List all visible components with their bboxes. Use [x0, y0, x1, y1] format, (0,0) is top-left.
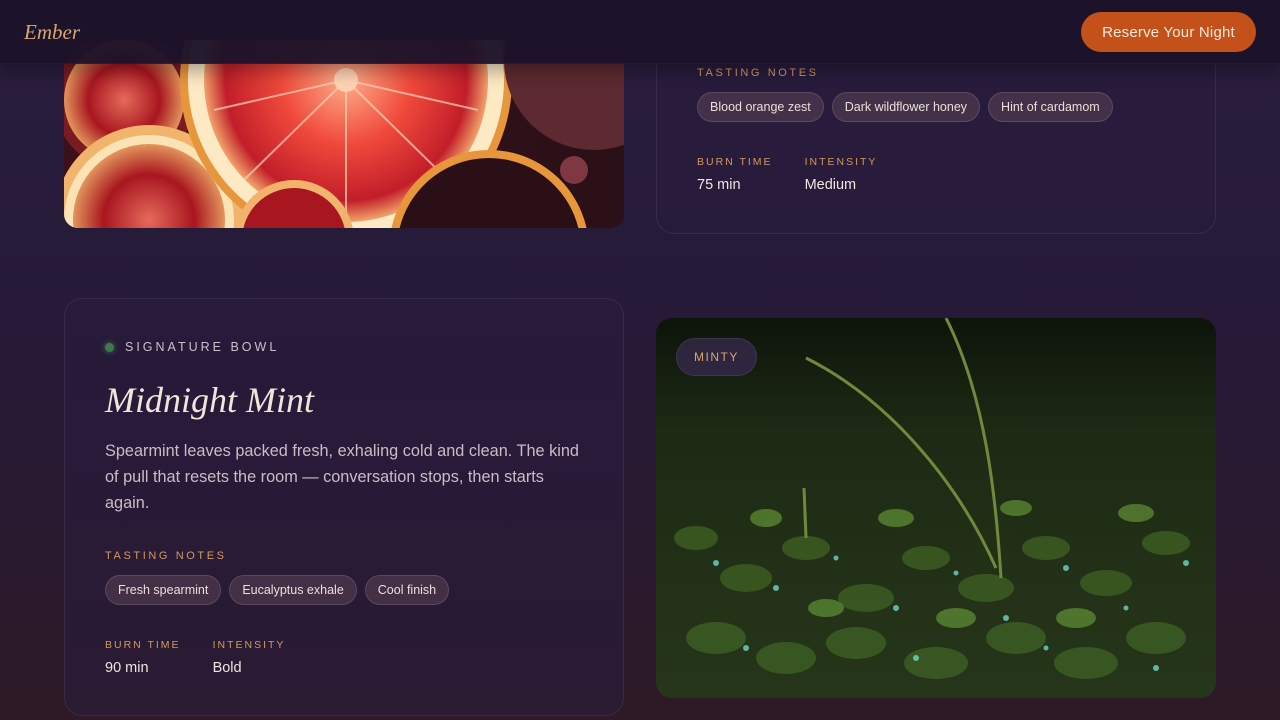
note-chip[interactable]: Dark wildflower honey [831, 92, 981, 122]
note-chip[interactable]: Fresh spearmint [105, 575, 222, 605]
burn-time-label: BURN TIME [697, 156, 773, 168]
blood-orange-image [64, 40, 624, 228]
reserve-button[interactable]: Reserve Your Night [1081, 12, 1256, 52]
mint-leaves-image: MINTY [656, 318, 1216, 698]
note-chip[interactable]: Hint of cardamom [988, 92, 1113, 122]
intensity: INTENSITY Bold [213, 639, 286, 676]
flavor-badge: MINTY [676, 338, 757, 376]
blood-orange-illustration [64, 40, 624, 228]
tasting-notes-list: Fresh spearmint Eucalyptus exhale Cool f… [105, 575, 450, 605]
session-meta: BURN TIME 90 min INTENSITY Bold [105, 639, 285, 676]
burn-time-label: BURN TIME [105, 639, 181, 651]
burn-time: BURN TIME 90 min [105, 639, 181, 676]
intensity-value: Bold [212, 660, 242, 676]
note-chip[interactable]: Eucalyptus exhale [229, 575, 357, 605]
top-navigation-bar: Ember Reserve Your Night [0, 0, 1280, 64]
session-meta: BURN TIME 75 min INTENSITY Medium [697, 156, 877, 193]
intensity: INTENSITY Medium [805, 156, 878, 193]
signature-bowl-kicker: SIGNATURE BOWL [105, 340, 279, 354]
note-chip[interactable]: Blood orange zest [697, 92, 824, 122]
burn-time: BURN TIME 75 min [697, 156, 773, 193]
burn-time-value: 90 min [105, 660, 149, 676]
tasting-notes-heading: TASTING NOTES [105, 550, 227, 562]
intensity-label: INTENSITY [212, 639, 286, 651]
bowl-description: Spearmint leaves packed fresh, exhaling … [105, 442, 579, 512]
note-chip[interactable]: Cool finish [364, 575, 450, 605]
midnight-mint-card: SIGNATURE BOWL Midnight Mint Spearmint l… [64, 298, 624, 716]
intensity-value: Medium [804, 177, 857, 193]
intensity-label: INTENSITY [804, 156, 878, 168]
brand-logo[interactable]: Ember [24, 20, 80, 45]
tasting-notes-heading: TASTING NOTES [697, 67, 819, 79]
burn-time-value: 75 min [697, 177, 741, 193]
status-dot-icon [105, 342, 114, 352]
kicker-label: SIGNATURE BOWL [125, 340, 280, 354]
tasting-notes-list: Blood orange zest Dark wildflower honey … [697, 92, 1113, 122]
bowl-title: Midnight Mint [105, 380, 314, 420]
